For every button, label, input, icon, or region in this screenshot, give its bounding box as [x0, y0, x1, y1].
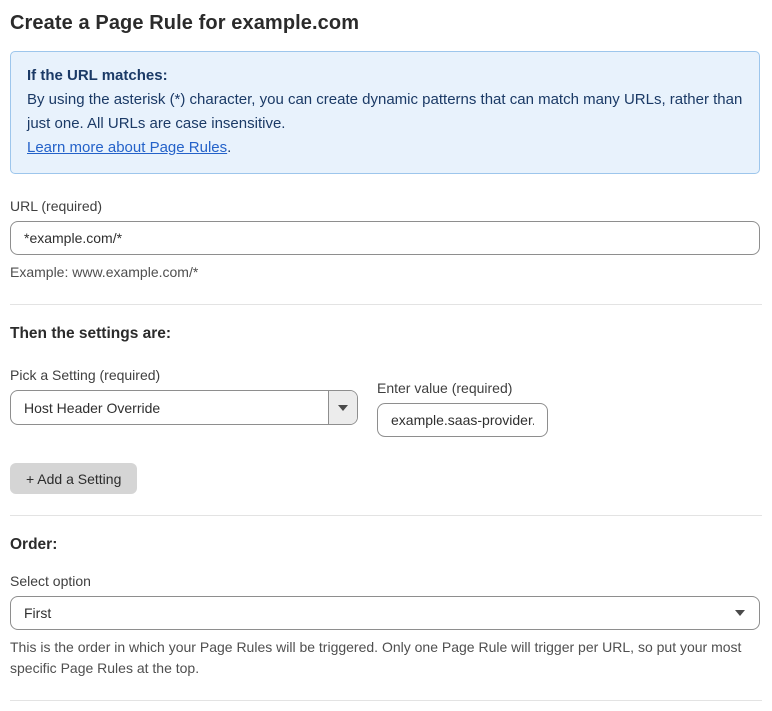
order-helper-text: This is the order in which your Page Rul…	[10, 639, 742, 676]
add-setting-button[interactable]: + Add a Setting	[10, 463, 138, 494]
order-select-group: Select option First This is the order in…	[10, 573, 760, 679]
setting-row: Pick a Setting (required) Host Header Ov…	[10, 367, 760, 437]
setting-select[interactable]: Host Header Override	[10, 390, 358, 425]
setting-select-arrow-box[interactable]	[328, 391, 357, 424]
setting-value-column: Enter value (required)	[377, 380, 548, 437]
url-field-label: URL (required)	[10, 198, 103, 214]
divider	[10, 304, 762, 305]
info-box-body: By using the asterisk (*) character, you…	[27, 91, 743, 132]
order-select[interactable]: First	[10, 596, 760, 630]
divider	[10, 515, 762, 516]
create-page-rule-form: Create a Page Rule for example.com If th…	[0, 0, 772, 711]
dropdown-arrow-icon	[735, 610, 745, 616]
learn-more-link[interactable]: Learn more about Page Rules	[27, 139, 227, 156]
url-example-helper: Example: www.example.com/*	[10, 264, 199, 280]
order-select-value: First	[24, 605, 52, 621]
divider	[10, 700, 762, 701]
setting-value-input[interactable]	[377, 403, 548, 437]
setting-picker-column: Pick a Setting (required) Host Header Ov…	[10, 367, 358, 425]
setting-select-value: Host Header Override	[24, 399, 161, 416]
dropdown-arrow-icon	[338, 404, 348, 411]
page-title: Create a Page Rule for example.com	[10, 12, 360, 34]
value-field-label: Enter value (required)	[377, 380, 513, 396]
settings-section-heading: Then the settings are:	[10, 325, 172, 342]
link-period: .	[227, 139, 232, 156]
setting-select-label: Pick a Setting (required)	[10, 367, 161, 383]
order-select-label: Select option	[10, 573, 91, 589]
order-section-heading: Order:	[10, 536, 58, 553]
info-box-link-line: Learn more about Page Rules.	[27, 136, 743, 160]
url-input[interactable]	[10, 221, 760, 255]
info-box-heading: If the URL matches:	[27, 67, 168, 84]
url-matches-info-box: If the URL matches: By using the asteris…	[10, 51, 760, 174]
